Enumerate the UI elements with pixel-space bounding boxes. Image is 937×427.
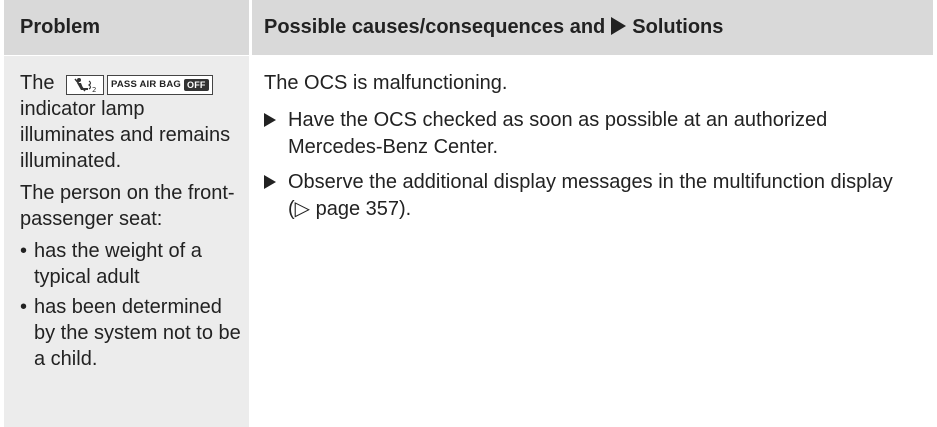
problem-line-prefix: The — [20, 72, 55, 94]
pass-airbag-off-indicator: PASS AIR BAG OFF — [107, 75, 213, 95]
off-badge: OFF — [184, 79, 209, 91]
svg-text:2: 2 — [92, 86, 96, 93]
solution-step: Observe the additional display messages … — [264, 169, 917, 223]
person-intro: The person on the front-passenger seat: — [20, 182, 235, 230]
header-solutions-prefix: Possible causes/consequences and — [264, 16, 606, 38]
condition-list: has the weight of a typical adult has be… — [20, 238, 241, 372]
list-item: has the weight of a typical adult — [20, 238, 241, 290]
problem-statement: The 2 PASS AIR BAG OFF indicator lamp il… — [20, 70, 241, 174]
troubleshooting-table: Problem Possible causes/consequences and… — [4, 0, 933, 427]
cause-text: The OCS is malfunctioning. — [264, 72, 508, 94]
list-item: has been determined by the system not to… — [20, 294, 241, 372]
airbag-symbol-icon: 2 — [74, 78, 97, 93]
step-arrow-icon — [264, 175, 276, 189]
solution-step: Have the OCS checked as soon as possible… — [264, 107, 917, 161]
table-body: The 2 PASS AIR BAG OFF indicator lamp il… — [4, 56, 933, 427]
arrow-right-icon — [611, 17, 627, 35]
passenger-airbag-indicator: 2 PASS AIR BAG OFF — [66, 75, 213, 95]
header-problem: Problem — [4, 0, 252, 55]
header-solutions: Possible causes/consequences and Solution… — [252, 0, 933, 55]
problem-line-rest: indicator lamp illuminates and remains i… — [20, 98, 231, 172]
header-solutions-suffix: Solutions — [632, 16, 724, 38]
problem-cell: The 2 PASS AIR BAG OFF indicator lamp il… — [4, 56, 252, 427]
step-text: Have the OCS checked as soon as possible… — [288, 109, 828, 158]
solution-cell: The OCS is malfunctioning. Have the OCS … — [252, 56, 933, 427]
step-arrow-icon — [264, 113, 276, 127]
indicator-text: PASS AIR BAG — [111, 79, 181, 90]
table-header: Problem Possible causes/consequences and… — [4, 0, 933, 56]
step-text: Observe the additional display messages … — [288, 171, 893, 220]
airbag-child-seat-icon: 2 — [66, 75, 105, 95]
